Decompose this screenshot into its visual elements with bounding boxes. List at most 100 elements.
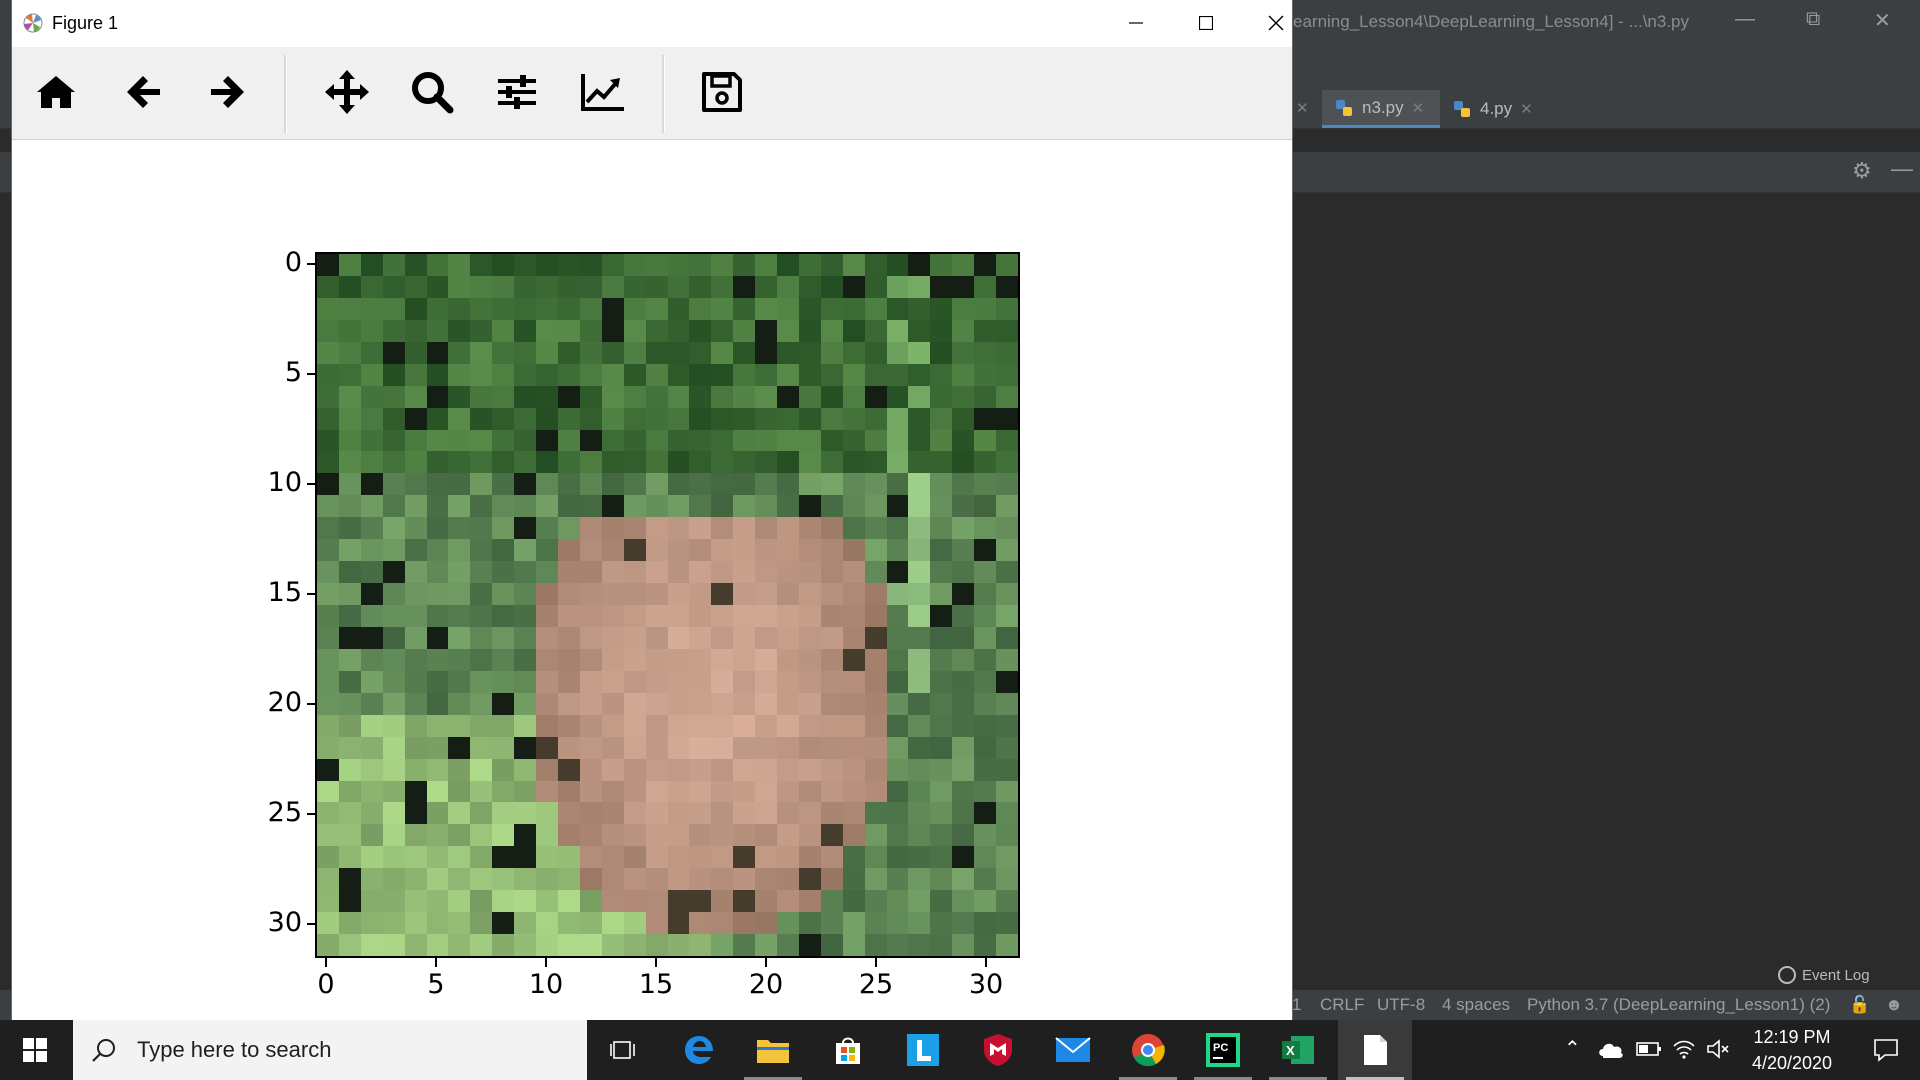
image-pixel: [360, 692, 383, 715]
image-pixel: [667, 517, 690, 540]
mail-button[interactable]: [1036, 1020, 1110, 1080]
indent-status[interactable]: 4 spaces: [1442, 995, 1510, 1015]
inspector-icon[interactable]: ☻: [1885, 995, 1903, 1015]
image-pixel: [338, 583, 361, 605]
tab-close-icon[interactable]: ✕: [1520, 100, 1533, 118]
ide-restore-icon[interactable]: ⧉: [1806, 8, 1820, 31]
task-view-button[interactable]: [587, 1020, 661, 1080]
image-pixel: [842, 670, 865, 693]
image-pixel: [645, 583, 668, 605]
image-pixel: [930, 736, 953, 759]
image-pixel: [777, 561, 799, 584]
pan-button[interactable]: [322, 67, 372, 117]
home-button[interactable]: [31, 67, 81, 117]
lock-icon[interactable]: 🔓: [1849, 995, 1870, 1015]
edge-button[interactable]: [662, 1020, 736, 1080]
image-pixel: [755, 363, 778, 386]
image-pixel: [426, 275, 449, 298]
figure-title: Figure 1: [52, 13, 119, 33]
onedrive-icon[interactable]: [1597, 1038, 1625, 1060]
forward-button[interactable]: [203, 67, 253, 117]
image-pixel: [908, 254, 931, 276]
action-center-button[interactable]: [1852, 1020, 1920, 1080]
start-button[interactable]: [0, 1020, 70, 1080]
tab-close-icon[interactable]: ✕: [1296, 99, 1309, 117]
save-button[interactable]: [697, 67, 747, 117]
close-button[interactable]: [1256, 8, 1296, 38]
taskbar-search[interactable]: Type here to search: [73, 1020, 587, 1080]
edit-axis-button[interactable]: [578, 67, 628, 117]
image-pixel: [886, 254, 909, 276]
image-pixel: [404, 780, 427, 803]
file-explorer-button[interactable]: [736, 1020, 810, 1080]
image-pixel: [842, 451, 865, 474]
save-icon: [702, 72, 742, 112]
image-pixel: [557, 583, 580, 605]
image-pixel: [667, 802, 690, 825]
hide-panel-icon[interactable]: —: [1891, 156, 1913, 182]
notepad-button[interactable]: [1338, 1020, 1412, 1080]
zoom-button[interactable]: [407, 67, 457, 117]
image-pixel: [996, 626, 1018, 649]
image-pixel: [798, 429, 821, 452]
interpreter-status[interactable]: Python 3.7 (DeepLearning_Lesson1) (2): [1527, 995, 1830, 1015]
image-pixel: [360, 319, 383, 342]
image-pixel: [426, 868, 449, 891]
ide-close-icon[interactable]: ✕: [1874, 8, 1891, 33]
l-app-button[interactable]: [886, 1020, 960, 1080]
tab-close-icon[interactable]: ✕: [1412, 99, 1425, 117]
line-separator-status[interactable]: CRLF: [1320, 995, 1364, 1015]
image-pixel: [404, 407, 427, 430]
mcafee-button[interactable]: [961, 1020, 1035, 1080]
image-pixel: [601, 714, 624, 737]
ide-minimize-icon[interactable]: —: [1735, 8, 1755, 31]
image-pixel: [382, 736, 405, 759]
image-pixel: [996, 495, 1018, 518]
chevron-up-icon[interactable]: ⌃: [1564, 1036, 1581, 1061]
image-pixel: [601, 780, 624, 803]
edit-axis-icon: [581, 74, 624, 111]
image-pixel: [689, 912, 712, 935]
image-pixel: [974, 714, 997, 737]
y-tick-label: 0: [284, 247, 302, 278]
image-pixel: [667, 254, 690, 276]
image-pixel: [974, 407, 997, 430]
event-log-button[interactable]: Event Log: [1778, 966, 1870, 984]
image-pixel: [930, 824, 953, 847]
tab-n3[interactable]: n3.py ✕: [1322, 90, 1440, 128]
encoding-status[interactable]: UTF-8: [1377, 995, 1425, 1015]
battery-icon[interactable]: [1636, 1040, 1662, 1058]
image-pixel: [930, 780, 953, 803]
tab-4[interactable]: 4.py ✕: [1440, 90, 1545, 128]
image-pixel: [514, 626, 537, 649]
store-button[interactable]: [811, 1020, 885, 1080]
image-pixel: [601, 758, 624, 781]
image-pixel: [689, 495, 712, 518]
image-pixel: [974, 451, 997, 474]
volume-muted-icon[interactable]: [1706, 1038, 1730, 1060]
image-pixel: [689, 319, 712, 342]
image-pixel: [689, 824, 712, 847]
image-pixel: [317, 648, 339, 671]
image-pixel: [536, 517, 558, 540]
clock[interactable]: 12:19 PM 4/20/2020: [1742, 1024, 1842, 1076]
image-pixel: [338, 802, 361, 825]
gear-icon[interactable]: ⚙: [1852, 158, 1872, 184]
image-pixel: [798, 890, 821, 913]
configure-subplots-button[interactable]: [492, 67, 542, 117]
image-pixel: [864, 802, 887, 825]
x-tick: [655, 958, 657, 967]
wifi-icon[interactable]: [1672, 1038, 1696, 1060]
image-pixel: [448, 846, 471, 869]
chrome-button[interactable]: [1111, 1020, 1185, 1080]
pycharm-button[interactable]: PC: [1186, 1020, 1260, 1080]
image-pixel: [711, 934, 734, 956]
image-pixel: [930, 890, 953, 913]
minimize-button[interactable]: [1116, 8, 1156, 38]
back-button[interactable]: [118, 67, 168, 117]
figure-canvas[interactable]: 0 5 10 15 20 25 30 0 5 10 15 20 25 30: [12, 140, 1292, 1020]
excel-button[interactable]: X: [1261, 1020, 1335, 1080]
image-pixel: [689, 605, 712, 627]
maximize-button[interactable]: [1186, 8, 1226, 38]
axes-frame[interactable]: [315, 252, 1020, 958]
